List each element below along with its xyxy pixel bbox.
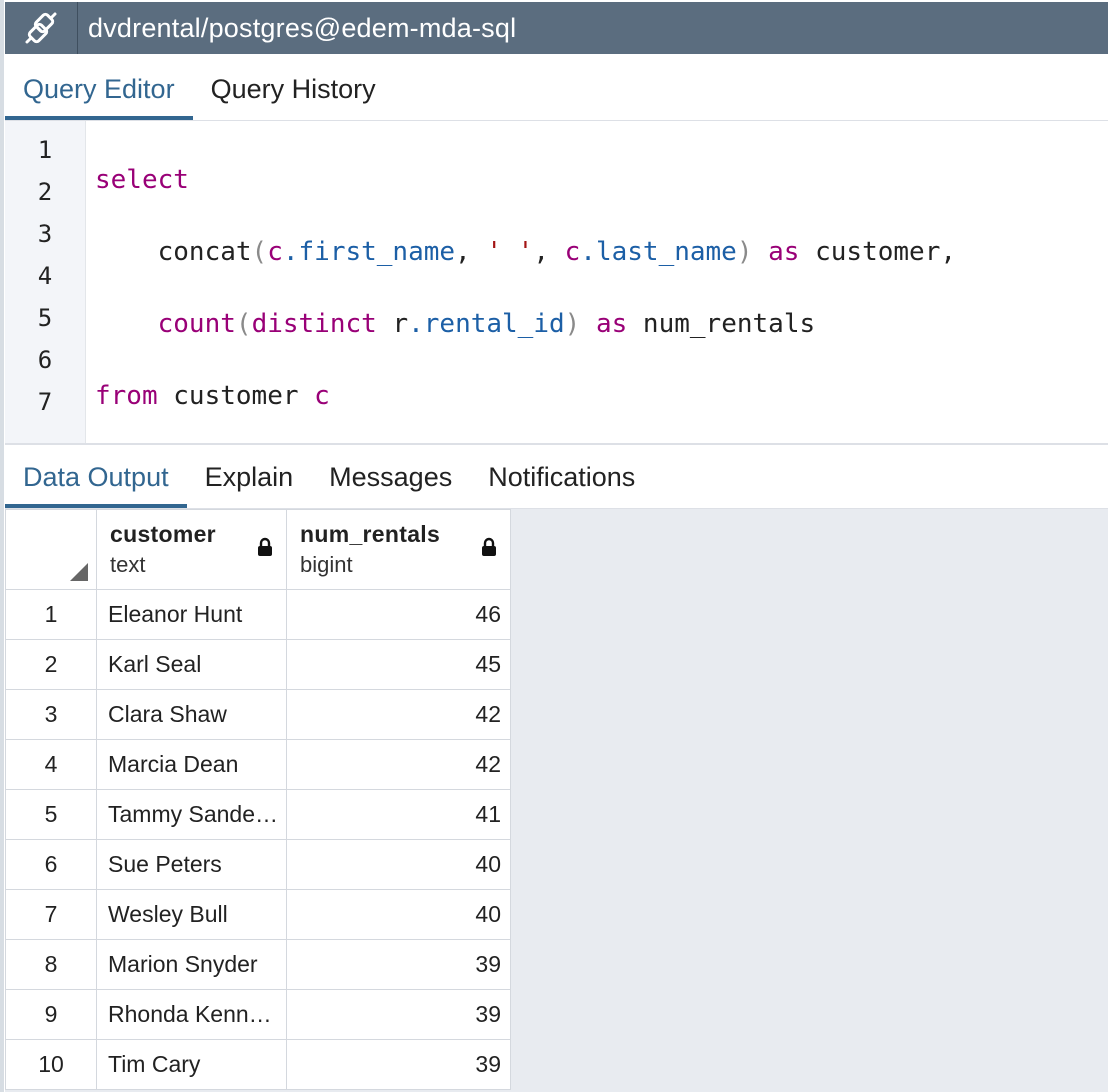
code-line-1: select xyxy=(95,165,189,195)
cell-num-rentals[interactable]: 39 xyxy=(286,989,511,1040)
tab-explain[interactable]: Explain xyxy=(187,446,312,508)
query-tabs: Query Editor Query History xyxy=(5,55,1108,121)
line-number: 5 xyxy=(37,304,53,332)
connection-plug-icon[interactable] xyxy=(5,2,78,54)
table-row[interactable]: 7 Wesley Bull 40 xyxy=(5,889,511,940)
cell-num-rentals[interactable]: 45 xyxy=(286,639,511,690)
table-row[interactable]: 10 Tim Cary 39 xyxy=(5,1039,511,1090)
sql-editor[interactable]: 1 2 3 4 5 6 7 select concat(c.first_name… xyxy=(5,121,1108,630)
column-type: bigint xyxy=(300,552,353,577)
table-row[interactable]: 4 Marcia Dean 42 xyxy=(5,739,511,790)
row-number[interactable]: 4 xyxy=(5,739,97,790)
tab-data-output[interactable]: Data Output xyxy=(5,446,187,508)
table-row[interactable]: 8 Marion Snyder 39 xyxy=(5,939,511,990)
tab-notifications[interactable]: Notifications xyxy=(470,446,653,508)
cell-num-rentals[interactable]: 39 xyxy=(286,939,511,990)
line-number: 4 xyxy=(37,262,53,290)
code-line-4: from customer c xyxy=(95,381,330,411)
row-number[interactable]: 8 xyxy=(5,939,97,990)
cell-customer[interactable]: Tim Cary xyxy=(96,1039,287,1090)
line-number: 1 xyxy=(37,136,53,164)
table-row[interactable]: 3 Clara Shaw 42 xyxy=(5,689,511,740)
window-left-edge xyxy=(0,0,4,1092)
cell-customer[interactable]: Eleanor Hunt xyxy=(96,589,287,640)
lock-icon xyxy=(481,537,497,562)
cell-customer[interactable]: Karl Seal xyxy=(96,639,287,690)
tab-query-editor[interactable]: Query Editor xyxy=(5,58,193,120)
column-type: text xyxy=(110,552,146,577)
cell-customer[interactable]: Clara Shaw xyxy=(96,689,287,740)
row-number[interactable]: 3 xyxy=(5,689,97,740)
line-number: 3 xyxy=(37,220,53,248)
data-output-grid: customer text num_rentals bigint 1 Elean… xyxy=(5,509,1108,1092)
cell-customer[interactable]: Wesley Bull xyxy=(96,889,287,940)
cell-num-rentals[interactable]: 42 xyxy=(286,739,511,790)
row-number[interactable]: 5 xyxy=(5,789,97,840)
cell-customer[interactable]: Marion Snyder xyxy=(96,939,287,990)
cell-num-rentals[interactable]: 40 xyxy=(286,889,511,940)
results-table: customer text num_rentals bigint 1 Elean… xyxy=(5,509,511,1090)
row-number[interactable]: 9 xyxy=(5,989,97,1040)
table-row[interactable]: 9 Rhonda Kenn… 39 xyxy=(5,989,511,1040)
row-number[interactable]: 7 xyxy=(5,889,97,940)
table-row[interactable]: 6 Sue Peters 40 xyxy=(5,839,511,890)
column-name: num_rentals xyxy=(300,521,441,547)
code-line-3: count(distinct r.rental_id) as num_renta… xyxy=(157,309,816,339)
cell-num-rentals[interactable]: 42 xyxy=(286,689,511,740)
cell-customer[interactable]: Sue Peters xyxy=(96,839,287,890)
title-bar: dvdrental/postgres@edem-mda-sql xyxy=(5,2,1108,54)
column-header-customer[interactable]: customer text xyxy=(96,509,287,590)
lock-icon xyxy=(257,537,273,562)
column-name: customer xyxy=(110,521,216,547)
table-row[interactable]: 5 Tammy Sande… 41 xyxy=(5,789,511,840)
line-number-gutter: 1 2 3 4 5 6 7 xyxy=(5,121,86,443)
row-number[interactable]: 1 xyxy=(5,589,97,640)
row-number[interactable]: 2 xyxy=(5,639,97,690)
cell-num-rentals[interactable]: 39 xyxy=(286,1039,511,1090)
cell-num-rentals[interactable]: 40 xyxy=(286,839,511,890)
line-number: 6 xyxy=(37,346,53,374)
tab-query-history[interactable]: Query History xyxy=(193,58,394,120)
column-header-num-rentals[interactable]: num_rentals bigint xyxy=(286,509,511,590)
table-row[interactable]: 2 Karl Seal 45 xyxy=(5,639,511,690)
row-number[interactable]: 6 xyxy=(5,839,97,890)
line-number: 7 xyxy=(37,388,53,416)
row-number[interactable]: 10 xyxy=(5,1039,97,1090)
connection-title: dvdrental/postgres@edem-mda-sql xyxy=(88,12,517,43)
select-all-corner[interactable] xyxy=(5,509,97,590)
cell-customer[interactable]: Tammy Sande… xyxy=(96,789,287,840)
cell-num-rentals[interactable]: 41 xyxy=(286,789,511,840)
corner-triangle-icon xyxy=(70,563,88,581)
output-tabs: Data Output Explain Messages Notificatio… xyxy=(5,446,1108,509)
code-line-2: concat(c.first_name, ' ', c.last_name) a… xyxy=(95,237,957,267)
cell-num-rentals[interactable]: 46 xyxy=(286,589,511,640)
tab-messages[interactable]: Messages xyxy=(311,446,470,508)
cell-customer[interactable]: Marcia Dean xyxy=(96,739,287,790)
cell-customer[interactable]: Rhonda Kenn… xyxy=(96,989,287,1040)
table-row[interactable]: 1 Eleanor Hunt 46 xyxy=(5,589,511,640)
line-number: 2 xyxy=(37,178,53,206)
